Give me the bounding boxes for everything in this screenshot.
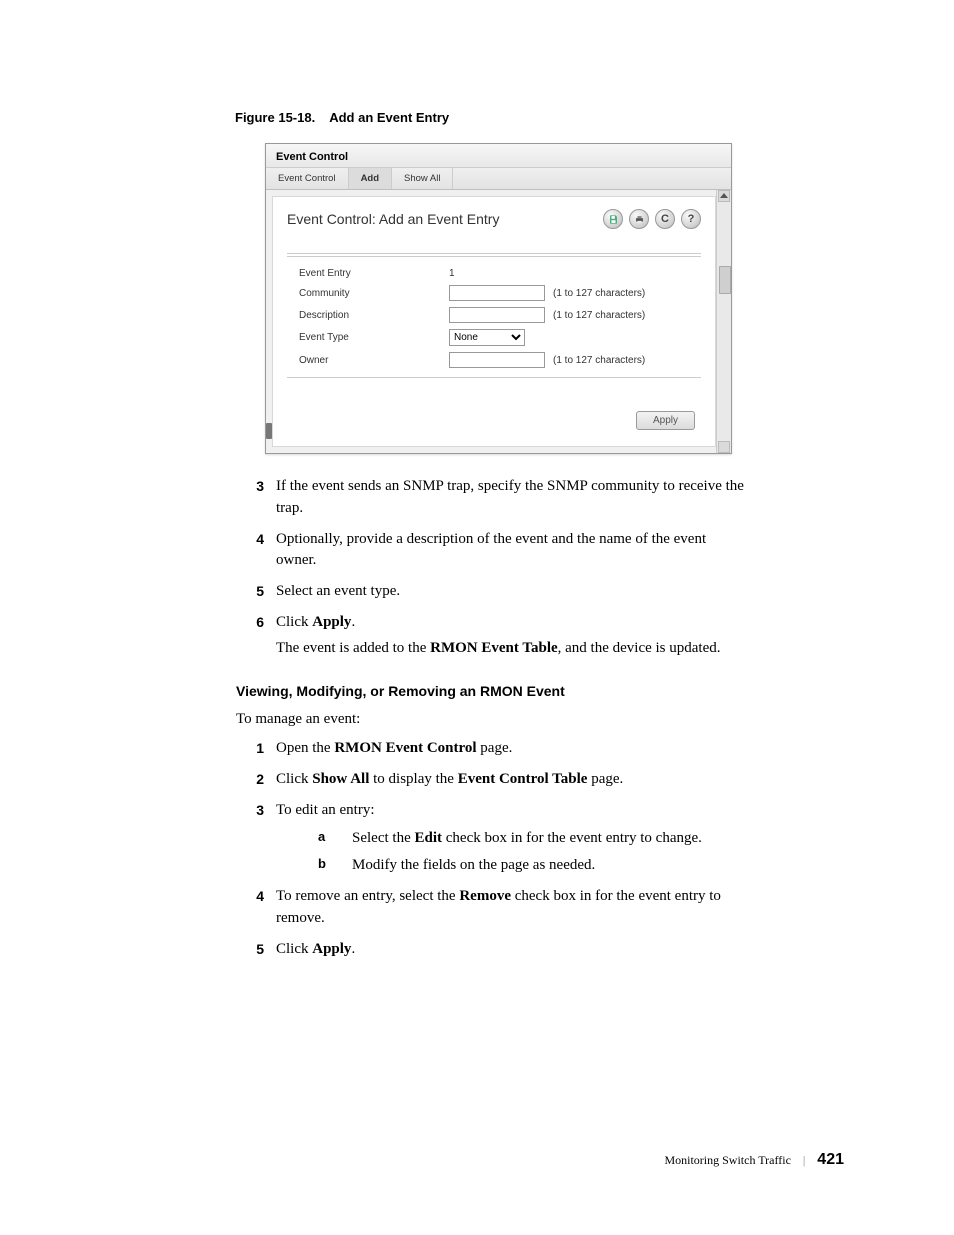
procedure-a: 3 If the event sends an SNMP trap, specif… [238, 476, 844, 659]
step-text: Click Apply. The event is added to the R… [276, 612, 721, 660]
step-num: 6 [238, 612, 264, 660]
print-icon[interactable] [629, 209, 649, 229]
footer-page: 421 [817, 1151, 844, 1169]
step-text: Optionally, provide a description of the… [276, 529, 746, 573]
lead-text: To manage an event: [236, 711, 844, 728]
row-owner: Owner (1 to 127 characters) [287, 349, 701, 371]
row-description: Description (1 to 127 characters) [287, 304, 701, 326]
row-event-type: Event Type None [287, 326, 701, 349]
hint-owner: (1 to 127 characters) [553, 355, 645, 366]
step-text: To remove an entry, select the Remove ch… [276, 886, 746, 930]
resize-handle[interactable] [266, 423, 272, 439]
scroll-up-icon [720, 193, 728, 198]
substep-num: a [318, 828, 338, 850]
step-text: Click Show All to display the Event Cont… [276, 769, 623, 791]
form-pane: Event Control: Add an Event Entry C ? Ev… [272, 196, 716, 447]
tab-bar: Event Control Add Show All [266, 168, 731, 190]
input-description[interactable] [449, 307, 545, 323]
scroll-thumb[interactable] [719, 266, 731, 294]
step-text: Open the RMON Event Control page. [276, 738, 512, 760]
screenshot-panel: Event Control Event Control Add Show All… [265, 143, 732, 454]
step-text: Click Apply. [276, 939, 355, 961]
hint-community: (1 to 127 characters) [553, 288, 645, 299]
input-owner[interactable] [449, 352, 545, 368]
value-event-entry: 1 [449, 268, 455, 279]
row-community: Community (1 to 127 characters) [287, 282, 701, 304]
step-text: If the event sends an SNMP trap, specify… [276, 476, 746, 520]
step-num: 5 [238, 581, 264, 603]
substep-text: Select the Edit check box in for the eve… [352, 828, 702, 850]
select-event-type[interactable]: None [449, 329, 525, 346]
subsection-heading: Viewing, Modifying, or Removing an RMON … [236, 683, 844, 699]
footer-separator: | [803, 1153, 805, 1168]
help-icon[interactable]: ? [681, 209, 701, 229]
label-event-type: Event Type [299, 332, 449, 343]
step-num: 3 [238, 476, 264, 520]
label-description: Description [299, 310, 449, 321]
tab-show-all[interactable]: Show All [392, 168, 453, 189]
hint-description: (1 to 127 characters) [553, 310, 645, 321]
figure-number: Figure 15-18. [235, 110, 315, 125]
tab-event-control[interactable]: Event Control [266, 168, 349, 189]
page-footer: Monitoring Switch Traffic | 421 [664, 1151, 844, 1169]
label-community: Community [299, 288, 449, 299]
footer-section: Monitoring Switch Traffic [664, 1153, 790, 1168]
substep-text: Modify the fields on the page as needed. [352, 855, 595, 877]
row-event-entry: Event Entry 1 [287, 265, 701, 282]
step-text: To edit an entry: aSelect the Edit check… [276, 800, 702, 877]
window-title: Event Control [266, 144, 731, 168]
pane-title: Event Control: Add an Event Entry [287, 211, 499, 227]
figure-title: Add an Event Entry [329, 110, 449, 125]
step-num: 4 [238, 886, 264, 930]
procedure-b: 1 Open the RMON Event Control page. 2 Cl… [238, 738, 844, 960]
tab-add[interactable]: Add [349, 168, 392, 189]
step-num: 1 [238, 738, 264, 760]
scrollbar[interactable] [716, 190, 731, 453]
step-num: 4 [238, 529, 264, 573]
step-num: 3 [238, 800, 264, 877]
refresh-icon[interactable]: C [655, 209, 675, 229]
input-community[interactable] [449, 285, 545, 301]
apply-button[interactable]: Apply [636, 411, 695, 430]
label-owner: Owner [299, 355, 449, 366]
save-icon[interactable] [603, 209, 623, 229]
scroll-down-icon [720, 445, 728, 450]
figure-caption: Figure 15-18. Add an Event Entry [235, 110, 844, 125]
step-text: Select an event type. [276, 581, 400, 603]
substep-num: b [318, 855, 338, 877]
label-event-entry: Event Entry [299, 268, 449, 279]
step-num: 5 [238, 939, 264, 961]
step-num: 2 [238, 769, 264, 791]
